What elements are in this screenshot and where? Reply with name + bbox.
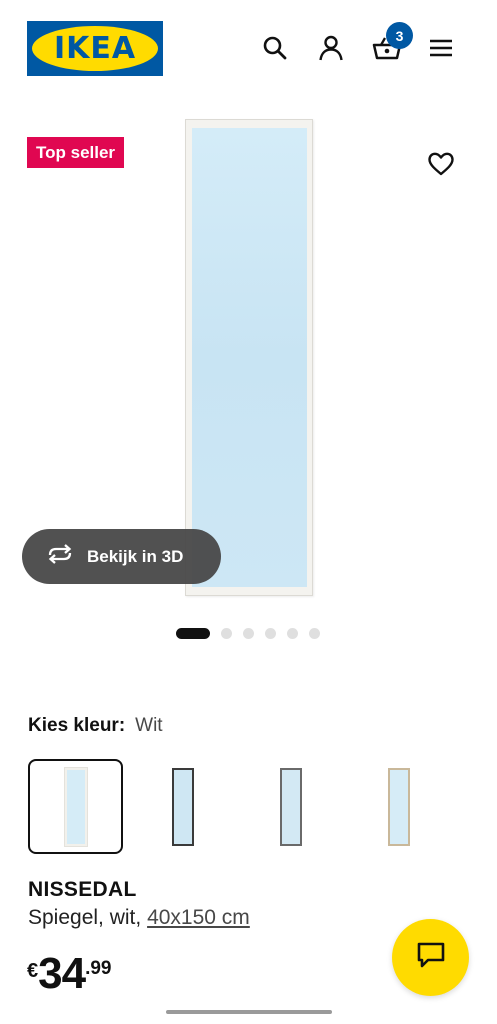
swatch-image xyxy=(387,767,410,846)
top-seller-badge: Top seller xyxy=(27,137,125,168)
carousel-dot[interactable] xyxy=(221,628,232,639)
mirror-glass xyxy=(192,128,307,587)
product-image[interactable] xyxy=(185,119,313,596)
menu-icon[interactable] xyxy=(427,34,455,62)
swatch-image xyxy=(171,767,194,846)
logo-oval: IKEA xyxy=(32,26,158,71)
carousel-dot[interactable] xyxy=(265,628,276,639)
color-option-grey[interactable] xyxy=(243,759,338,854)
view-in-3d-button[interactable]: Bekijk in 3D xyxy=(22,529,221,584)
carousel-dot[interactable] xyxy=(309,628,320,639)
chat-button[interactable] xyxy=(392,919,469,996)
selected-color-value: Wit xyxy=(135,715,163,736)
heart-icon[interactable] xyxy=(426,149,456,179)
app-header: IKEA 3 xyxy=(0,0,497,100)
price-currency: € xyxy=(27,960,39,982)
carousel-indicator xyxy=(176,628,331,639)
product-size-link[interactable]: 40x150 cm xyxy=(147,906,250,929)
cart-count-badge: 3 xyxy=(386,22,413,49)
chat-icon xyxy=(416,941,446,974)
price-decimals: .99 xyxy=(85,958,112,979)
rotate-3d-icon xyxy=(45,543,75,570)
logo-text: IKEA xyxy=(53,31,137,66)
price-integer: 34 xyxy=(38,949,86,998)
product-price: € 34 .99 xyxy=(27,950,112,998)
user-icon[interactable] xyxy=(317,34,345,62)
swatch-image xyxy=(279,767,302,846)
product-name: NISSEDAL xyxy=(28,878,137,901)
carousel-dot[interactable] xyxy=(287,628,298,639)
ikea-logo[interactable]: IKEA xyxy=(27,21,163,76)
color-option-black[interactable] xyxy=(135,759,230,854)
search-icon[interactable] xyxy=(261,34,289,62)
color-selector-label: Kies kleur: xyxy=(28,715,126,736)
product-description-text: Spiegel, wit, xyxy=(28,906,142,929)
carousel-dot[interactable] xyxy=(243,628,254,639)
product-description: Spiegel, wit, 40x150 cm xyxy=(28,906,250,930)
swatch-image xyxy=(64,767,87,846)
color-option-wood[interactable] xyxy=(351,759,446,854)
color-selector-heading: Kies kleur: Wit xyxy=(28,715,163,737)
color-option-white[interactable] xyxy=(28,759,123,854)
carousel-dot-active[interactable] xyxy=(176,628,210,639)
view-in-3d-label: Bekijk in 3D xyxy=(87,546,184,566)
home-indicator[interactable] xyxy=(166,1010,332,1014)
